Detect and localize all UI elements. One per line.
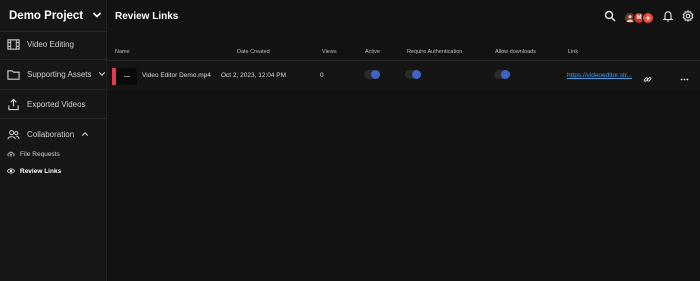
eye-icon (6, 162, 16, 180)
people-icon (7, 128, 20, 141)
toggle-knob (501, 70, 510, 79)
folder-icon (7, 68, 20, 81)
column-header-active[interactable]: Active (365, 49, 380, 55)
chevron-down-icon[interactable] (98, 65, 106, 83)
require-authentication-toggle[interactable] (405, 70, 421, 79)
sidebar-item-label: Exported Videos (27, 99, 86, 109)
review-link-date: Oct 2, 2023, 12:04 PM (221, 72, 287, 79)
project-name: Demo Project (9, 10, 84, 22)
sidebar-subitem-label: Review Links (20, 167, 62, 175)
column-header-name[interactable]: Name (115, 49, 130, 55)
review-link-name: Video Editor Demo.mp4 (142, 72, 211, 79)
sidebar-subitem-label: File Requests (20, 150, 60, 158)
page-title: Review Links (115, 11, 179, 22)
gear-icon[interactable] (682, 9, 694, 27)
sidebar-subitem-review-links[interactable]: Review Links (6, 162, 62, 180)
sidebar-item-exported-videos[interactable]: Exported Videos (7, 96, 86, 112)
allow-downloads-toggle[interactable] (494, 70, 510, 79)
sidebar-item-label: Collaboration (27, 129, 75, 139)
column-header-allow-downloads[interactable]: Allow downloads (495, 49, 536, 55)
main-content: Review Links M + Name Date Created Views… (107, 0, 700, 281)
active-toggle[interactable] (364, 70, 380, 79)
more-options-icon[interactable] (680, 71, 689, 89)
toggle-knob (412, 70, 421, 79)
review-link-views: 0 (320, 72, 324, 79)
collaborator-avatars[interactable]: M + (624, 12, 654, 24)
column-header-date-created[interactable]: Date Created (237, 49, 270, 55)
chevron-up-icon[interactable] (81, 125, 89, 143)
video-thumbnail (112, 68, 137, 85)
sidebar-item-supporting-assets[interactable]: Supporting Assets (7, 66, 106, 82)
add-collaborator-button[interactable]: + (642, 12, 654, 24)
sidebar-divider (0, 89, 107, 90)
bell-icon[interactable] (662, 9, 674, 27)
sidebar-divider (0, 118, 107, 119)
cloud-upload-icon (7, 145, 15, 163)
review-link-url[interactable]: https://videoeditor.str... (567, 72, 632, 79)
sidebar-divider (0, 31, 107, 32)
sidebar-divider (0, 59, 107, 60)
sidebar-subitem-file-requests[interactable]: File Requests (7, 148, 60, 160)
top-toolbar: M + (604, 9, 694, 27)
copy-link-icon[interactable] (643, 71, 652, 89)
sidebar-item-collaboration[interactable]: Collaboration (7, 126, 89, 142)
sidebar-item-label: Video Editing (27, 39, 74, 49)
chevron-down-icon (92, 7, 102, 25)
sidebar: Demo Project Video Editing Supporting As… (0, 0, 107, 281)
project-selector[interactable]: Demo Project (9, 8, 102, 24)
column-header-views[interactable]: Views (322, 49, 337, 55)
column-header-require-authentication[interactable]: Require Authentication (407, 49, 462, 55)
sidebar-item-video-editing[interactable]: Video Editing (7, 36, 74, 52)
column-header-link[interactable]: Link (568, 49, 578, 55)
search-icon[interactable] (604, 9, 616, 27)
toggle-knob (371, 70, 380, 79)
upload-icon (7, 98, 20, 111)
sidebar-item-label: Supporting Assets (27, 69, 92, 79)
film-icon (7, 38, 20, 51)
